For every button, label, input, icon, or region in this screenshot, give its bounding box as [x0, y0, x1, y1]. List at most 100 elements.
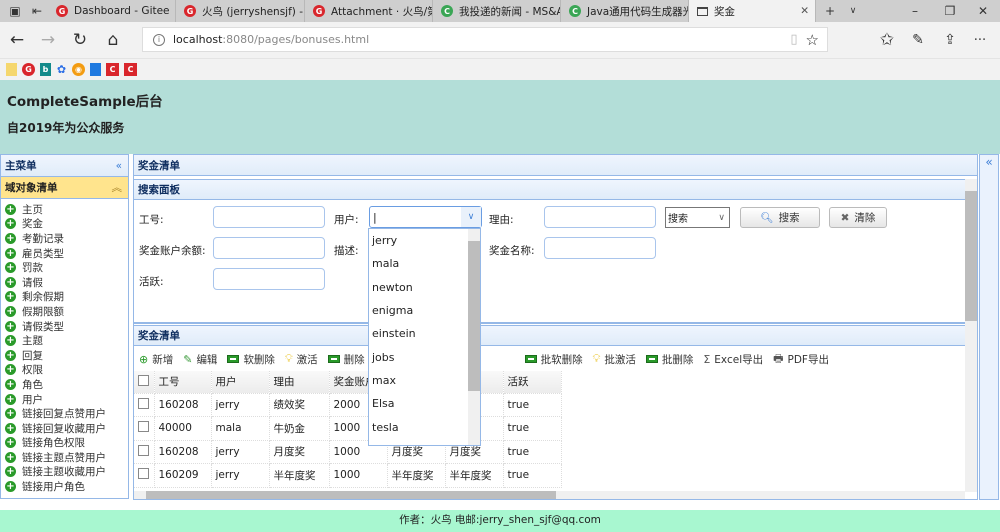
collapse-left-icon[interactable]: « [116, 160, 122, 172]
sidebar-item[interactable]: + 奖金 [5, 217, 124, 232]
csdn-icon[interactable]: C [124, 63, 137, 76]
bonus-name-input[interactable] [544, 237, 656, 259]
gitee-icon[interactable]: G [22, 63, 35, 76]
chevron-down-icon[interactable]: ∨ [461, 207, 481, 227]
toolbar-button[interactable]: 软删除 [227, 352, 275, 367]
forward-icon[interactable]: → [36, 28, 60, 52]
favorite-star-icon[interactable]: ☆ [806, 31, 819, 49]
collapse-up-icon[interactable]: ︽ [112, 180, 123, 195]
toolbar-button[interactable]: 删除 [327, 352, 365, 367]
browser-tab-active[interactable]: 奖金 ✕ [689, 0, 816, 22]
user-option[interactable]: jerry [369, 229, 468, 252]
balance-input[interactable] [213, 237, 325, 259]
search-mode-select[interactable]: 搜索 ∨ [665, 207, 730, 228]
browser-tab[interactable]: C Java通用代码生成器光 [561, 0, 689, 22]
weibo-icon[interactable]: ◉ [72, 63, 85, 76]
browser-tab[interactable]: G Attachment · 火鸟/第三 [305, 0, 433, 22]
column-header[interactable]: 理由 [269, 371, 330, 394]
browser-tab[interactable]: C 我投递的新闻 - MS&A( [433, 0, 561, 22]
csdn-icon[interactable]: C [106, 63, 119, 76]
close-window-icon[interactable]: ✕ [968, 0, 998, 22]
user-option[interactable]: Elsa [369, 392, 468, 415]
toolbar-button[interactable]: 💡︎ 批激活 [593, 352, 636, 367]
browser-tab[interactable]: G Dashboard - Gitee [48, 0, 176, 22]
user-option[interactable]: mala [369, 252, 468, 275]
sidebar-item[interactable]: + 假期限额 [5, 304, 124, 319]
toolbar-button[interactable]: 批软删除 [524, 352, 583, 367]
toolbar-button[interactable]: ⊕ 新增 [139, 352, 173, 367]
table-row[interactable]: 160208 jerry 绩效奖 2000 true [134, 393, 562, 417]
sidebar-item[interactable]: + 链接回复收藏用户 [5, 421, 124, 436]
restore-icon[interactable]: ❐ [935, 0, 965, 22]
bing-icon[interactable]: b [40, 63, 51, 76]
minimize-icon[interactable]: – [900, 0, 930, 22]
sidebar-item[interactable]: + 请假类型 [5, 319, 124, 334]
toolbar-button[interactable]: ✎ 编辑 [183, 352, 217, 367]
sidebar-item[interactable]: + 链接主题收藏用户 [5, 465, 124, 480]
browser-tab[interactable]: G 火鸟 (jerryshensjf) - Git [176, 0, 305, 22]
table-row[interactable]: 160209 jerry 半年度奖 1000 半年度奖 半年度奖 true [134, 463, 562, 488]
toolbar-button[interactable]: Σ Excel导出 [703, 352, 763, 367]
home-icon[interactable]: ⌂ [101, 28, 125, 52]
row-checkbox[interactable] [138, 444, 149, 456]
address-bar[interactable]: i localhost:8080/pages/bonuses.html ▯ ☆ [142, 27, 828, 52]
baidu-icon[interactable]: ✿ [56, 63, 67, 76]
sidebar-item[interactable]: + 权限 [5, 363, 124, 378]
sidebar-item[interactable]: + 链接用户角色 [5, 479, 124, 494]
search-button[interactable]: 🔍︎ 搜索 [740, 207, 820, 228]
column-header[interactable]: 用户 [211, 371, 270, 394]
scrollbar-thumb[interactable] [965, 191, 977, 321]
sidebar-item[interactable]: + 请假 [5, 275, 124, 290]
sidebar-item[interactable]: + 链接回复点赞用户 [5, 406, 124, 421]
active-input[interactable] [213, 268, 325, 290]
favorites-list-icon[interactable]: ✩ [875, 28, 899, 52]
sidebar-item[interactable]: + 用户 [5, 392, 124, 407]
sidebar-item[interactable]: + 剩余假期 [5, 290, 124, 305]
refresh-icon[interactable]: ↻ [68, 28, 92, 52]
sidebar-item[interactable]: + 罚款 [5, 260, 124, 275]
column-header[interactable]: 活跃 [503, 371, 562, 394]
user-option[interactable]: newton [369, 276, 468, 299]
sidebar-item[interactable]: + 主题 [5, 333, 124, 348]
back-icon[interactable]: ← [5, 28, 29, 52]
scrollbar-thumb[interactable] [468, 241, 480, 391]
table-row[interactable]: 40000 mala 牛奶金 1000 true [134, 416, 562, 441]
user-option[interactable]: einstein [369, 322, 468, 345]
user-option[interactable]: max [369, 369, 468, 392]
notes-pen-icon[interactable]: ✎ [906, 28, 930, 52]
sidebar-item[interactable]: + 链接主题点赞用户 [5, 450, 124, 465]
bookmark-icon[interactable] [90, 63, 101, 76]
tab-list-chevron-icon[interactable]: ∨ [838, 0, 868, 22]
sidebar-item[interactable]: + 考勤记录 [5, 231, 124, 246]
scrollbar-thumb[interactable] [146, 491, 556, 499]
row-checkbox[interactable] [138, 468, 149, 480]
row-checkbox[interactable] [138, 397, 149, 409]
sidebar-item[interactable]: + 链接角色权限 [5, 436, 124, 451]
row-checkbox[interactable] [138, 421, 149, 433]
reason-input[interactable] [544, 206, 656, 228]
accordion-header-domain-list[interactable]: 域对象清单 ︽ [1, 177, 128, 199]
user-option[interactable]: tesla [369, 415, 468, 438]
empid-input[interactable] [213, 206, 325, 228]
more-icon[interactable]: ··· [968, 28, 992, 52]
horizontal-scrollbar[interactable] [134, 491, 965, 499]
folder-icon[interactable] [6, 63, 17, 76]
sidebar-item[interactable]: + 雇员类型 [5, 246, 124, 261]
toolbar-button[interactable]: 💡︎ 激活 [285, 352, 318, 367]
user-combobox[interactable]: | ∨ [369, 206, 482, 228]
share-icon[interactable]: ⇪ [938, 28, 962, 52]
toolbar-button[interactable]: 批删除 [645, 352, 693, 367]
close-tab-icon[interactable]: ✕ [800, 5, 809, 17]
column-header[interactable]: 工号 [154, 371, 212, 394]
table-row[interactable]: 160208 jerry 月度奖 1000 月度奖 月度奖 true [134, 440, 562, 464]
expand-left-icon[interactable]: « [985, 155, 992, 169]
user-option[interactable]: jobs [369, 345, 468, 368]
vertical-scrollbar[interactable] [965, 179, 977, 492]
sidebar-item[interactable]: + 主页 [5, 202, 124, 217]
toolbar-button[interactable]: 🖶 PDF导出 [773, 350, 829, 369]
dropdown-scrollbar[interactable] [468, 229, 480, 445]
clear-button[interactable]: ✖ 清除 [829, 207, 887, 228]
user-option[interactable]: enigma [369, 299, 468, 322]
sidebar-item[interactable]: + 角色 [5, 377, 124, 392]
select-all-checkbox[interactable] [138, 374, 149, 386]
